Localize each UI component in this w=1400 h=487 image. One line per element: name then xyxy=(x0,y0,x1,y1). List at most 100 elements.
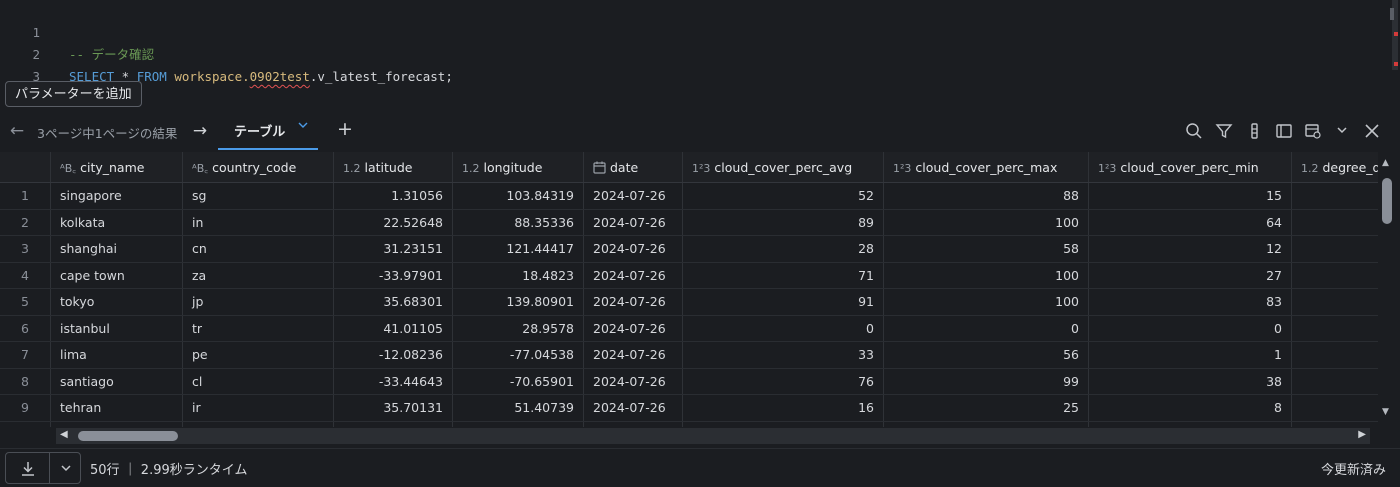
code-line-1[interactable]: 1 -- データ確認 xyxy=(0,0,154,62)
cloud-cover-max-cell[interactable]: 88 xyxy=(884,183,1089,209)
cloud-cover-min-cell[interactable]: 8 xyxy=(1089,395,1292,421)
longitude-cell[interactable]: -70.65901 xyxy=(453,368,584,394)
country-code-cell[interactable]: sg xyxy=(183,183,334,209)
column-header-country-code[interactable]: ᴬB꜀ country_code xyxy=(183,152,334,182)
city-name-cell[interactable]: tehran xyxy=(51,395,183,421)
longitude-cell[interactable] xyxy=(453,421,584,427)
cloud-cover-max-cell[interactable]: 99 xyxy=(884,368,1089,394)
country-code-cell[interactable] xyxy=(183,421,334,427)
cloud-cover-min-cell[interactable]: 27 xyxy=(1089,262,1292,288)
table-row[interactable]: 5 tokyo jp 35.68301 139.80901 2024-07-26 91 100… xyxy=(0,289,1378,316)
city-name-cell[interactable]: shanghai xyxy=(51,236,183,262)
horizontal-scrollbar[interactable]: ◀ ▶ xyxy=(56,428,1370,444)
cloud-cover-avg-cell[interactable]: 52 xyxy=(683,183,884,209)
chevron-down-icon[interactable] xyxy=(298,120,308,133)
date-cell[interactable]: 2024-07-26 xyxy=(584,183,683,209)
cloud-cover-min-cell[interactable]: 12 xyxy=(1089,236,1292,262)
column-header-degree-days[interactable]: 1.2degree_da xyxy=(1292,152,1378,182)
table-row[interactable]: 8 santiago cl -33.44643 -70.65901 2024-07-26 7… xyxy=(0,368,1378,395)
table-row[interactable]: 6 istanbul tr 41.01105 28.9578 2024-07-26 0 0 0 xyxy=(0,315,1378,342)
table-row[interactable]: 7 lima pe -12.08236 -77.04538 2024-07-26 33 56 1 xyxy=(0,342,1378,369)
filter-icon[interactable] xyxy=(1215,122,1235,142)
cloud-cover-avg-cell[interactable]: 16 xyxy=(683,395,884,421)
cloud-cover-max-cell[interactable]: 0 xyxy=(884,315,1089,341)
column-header-cloud-cover-max[interactable]: 1²3 cloud_cover_perc_max xyxy=(884,152,1089,182)
code-line-3[interactable]: 3 xyxy=(0,44,40,84)
country-code-cell[interactable]: tr xyxy=(183,315,334,341)
data-settings-icon[interactable] xyxy=(1304,122,1324,142)
sql-editor[interactable]: 1 -- データ確認 2 SELECT * FROM workspace.090… xyxy=(0,0,1400,84)
cloud-cover-max-cell[interactable]: 25 xyxy=(884,395,1089,421)
table-row[interactable]: 2 kolkata in 22.52648 88.35336 2024-07-26 89 10… xyxy=(0,209,1378,236)
cloud-cover-max-cell[interactable]: 56 xyxy=(884,342,1089,368)
columns-icon[interactable] xyxy=(1246,122,1266,142)
city-name-cell[interactable] xyxy=(51,421,183,427)
column-header-city-name[interactable]: ᴬB꜀ city_name xyxy=(51,152,183,182)
longitude-cell[interactable]: 121.44417 xyxy=(453,236,584,262)
cloud-cover-avg-cell[interactable]: 76 xyxy=(683,368,884,394)
table-row[interactable]: 3 shanghai cn 31.23151 121.44417 2024-07-26 28… xyxy=(0,236,1378,263)
country-code-cell[interactable]: pe xyxy=(183,342,334,368)
longitude-cell[interactable]: -77.04538 xyxy=(453,342,584,368)
cloud-cover-min-cell[interactable]: 15 xyxy=(1089,183,1292,209)
arrow-left-icon[interactable]: ← xyxy=(6,120,28,142)
scroll-right-icon[interactable]: ▶ xyxy=(1358,429,1366,440)
degree-days-cell[interactable] xyxy=(1292,210,1378,236)
longitude-cell[interactable]: 88.35336 xyxy=(453,209,584,235)
cloud-cover-max-cell[interactable] xyxy=(884,421,1089,427)
latitude-cell[interactable]: -12.08236 xyxy=(334,342,453,368)
table-row[interactable]: 1 singapore sg 1.31056 103.84319 2024-07-26 52… xyxy=(0,183,1378,210)
column-header-latitude[interactable]: 1.2 latitude xyxy=(334,152,453,182)
city-name-cell[interactable]: singapore xyxy=(51,183,183,209)
column-header-cloud-cover-min[interactable]: 1²3 cloud_cover_perc_min xyxy=(1089,152,1292,182)
scrollbar-thumb[interactable] xyxy=(1382,178,1392,224)
cloud-cover-min-cell[interactable]: 1 xyxy=(1089,342,1292,368)
latitude-cell[interactable]: 1.31056 xyxy=(334,183,453,209)
date-cell[interactable]: 2024-07-26 xyxy=(584,368,683,394)
degree-days-cell[interactable] xyxy=(1292,395,1378,421)
column-header-cloud-cover-avg[interactable]: 1²3 cloud_cover_perc_avg xyxy=(683,152,884,182)
cloud-cover-min-cell[interactable]: 0 xyxy=(1089,315,1292,341)
latitude-cell[interactable]: 41.01105 xyxy=(334,315,453,341)
latitude-cell[interactable]: 22.52648 xyxy=(334,209,453,235)
arrow-right-icon[interactable]: → xyxy=(189,120,211,142)
degree-days-cell[interactable] xyxy=(1292,316,1378,342)
download-button[interactable] xyxy=(5,452,81,484)
country-code-cell[interactable]: za xyxy=(183,262,334,288)
cloud-cover-min-cell[interactable]: 83 xyxy=(1089,289,1292,315)
chevron-down-icon[interactable] xyxy=(58,460,74,476)
download-icon[interactable] xyxy=(18,459,38,479)
city-name-cell[interactable]: istanbul xyxy=(51,315,183,341)
cloud-cover-avg-cell[interactable]: 33 xyxy=(683,342,884,368)
cloud-cover-avg-cell[interactable]: 28 xyxy=(683,236,884,262)
latitude-cell[interactable]: -33.44643 xyxy=(334,368,453,394)
country-code-cell[interactable]: cn xyxy=(183,236,334,262)
plus-icon[interactable]: + xyxy=(337,118,353,140)
degree-days-cell[interactable] xyxy=(1292,422,1378,428)
latitude-cell[interactable]: 31.23151 xyxy=(334,236,453,262)
latitude-cell[interactable]: 35.70131 xyxy=(334,395,453,421)
date-cell[interactable] xyxy=(584,421,683,427)
cloud-cover-max-cell[interactable]: 100 xyxy=(884,289,1089,315)
cloud-cover-max-cell[interactable]: 100 xyxy=(884,209,1089,235)
country-code-cell[interactable]: cl xyxy=(183,368,334,394)
scrollbar-thumb[interactable] xyxy=(78,431,178,441)
column-header-date[interactable]: date xyxy=(584,152,683,182)
cloud-cover-avg-cell[interactable]: 91 xyxy=(683,289,884,315)
cloud-cover-avg-cell[interactable]: 71 xyxy=(683,262,884,288)
longitude-cell[interactable]: 139.80901 xyxy=(453,289,584,315)
country-code-cell[interactable]: jp xyxy=(183,289,334,315)
close-icon[interactable] xyxy=(1363,122,1383,142)
cloud-cover-avg-cell[interactable] xyxy=(683,421,884,427)
cloud-cover-min-cell[interactable] xyxy=(1089,421,1292,427)
scroll-down-icon[interactable]: ▼ xyxy=(1382,407,1389,417)
code-line-2[interactable]: 2 SELECT * FROM workspace.0902test.v_lat… xyxy=(0,22,452,84)
cloud-cover-min-cell[interactable]: 64 xyxy=(1089,209,1292,235)
chevron-down-icon[interactable] xyxy=(1334,122,1354,142)
city-name-cell[interactable]: tokyo xyxy=(51,289,183,315)
country-code-cell[interactable]: in xyxy=(183,209,334,235)
date-cell[interactable]: 2024-07-26 xyxy=(584,315,683,341)
scroll-up-icon[interactable]: ▲ xyxy=(1382,158,1389,168)
degree-days-cell[interactable] xyxy=(1292,236,1378,262)
country-code-cell[interactable]: ir xyxy=(183,395,334,421)
